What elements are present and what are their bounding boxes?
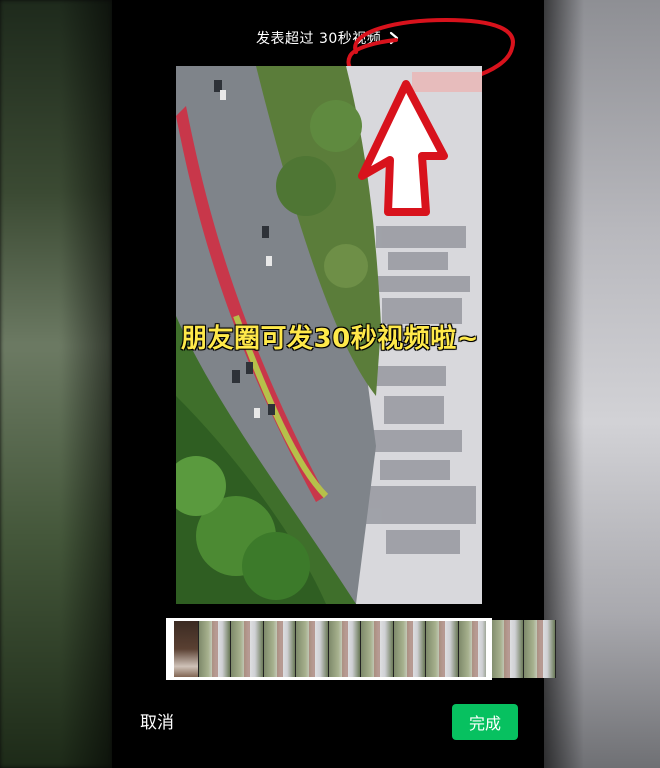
timeline-frame — [491, 620, 524, 678]
frame-timeline[interactable] — [166, 620, 556, 678]
timeline-frame — [296, 620, 329, 678]
timeline-frame — [198, 620, 231, 678]
timeline-frame — [458, 620, 491, 678]
cancel-button[interactable]: 取消 — [140, 708, 174, 733]
timeline-frame — [393, 620, 426, 678]
video-caption: 朋友圈可发30秒视频啦~ — [181, 324, 479, 354]
blurred-background-left — [0, 0, 112, 768]
timeline-frame — [263, 620, 296, 678]
timeline-frame — [426, 620, 459, 678]
timeline-frame — [523, 620, 556, 678]
done-button[interactable]: 完成 — [452, 704, 518, 740]
timeline-frame — [231, 620, 264, 678]
timeline-frame — [166, 620, 199, 678]
timeline-frame — [328, 620, 361, 678]
annotation-arrow — [358, 80, 448, 216]
blurred-background-right — [544, 0, 660, 768]
timeline-frame — [361, 620, 394, 678]
